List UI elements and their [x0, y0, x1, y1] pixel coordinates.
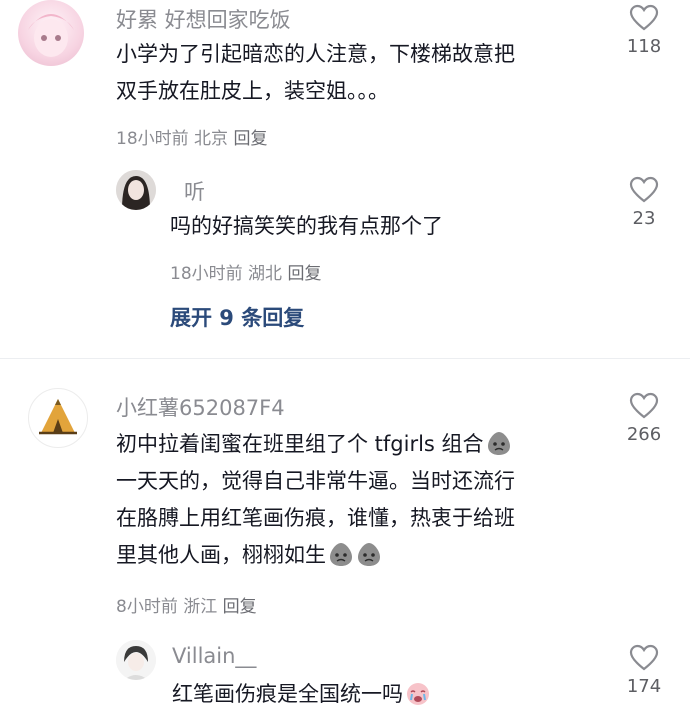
comment-line-text: 里其他人画，栩栩如生 — [116, 543, 326, 567]
avatar[interactable] — [116, 170, 156, 210]
comment-meta: 8小时前 浙江 回复 — [116, 592, 257, 617]
avatar-portrait-image — [116, 640, 156, 680]
comment-line: 吗的好搞笑笑的我有点那个了 — [170, 214, 443, 238]
comment-username[interactable]: Villain__ — [172, 644, 256, 668]
like-button[interactable]: 23 — [614, 176, 674, 229]
comment-meta: 18小时前 湖北 回复 — [170, 259, 321, 284]
heart-icon — [629, 392, 659, 419]
comment-location: 北京 — [194, 129, 229, 149]
reply-button[interactable]: 回复 — [233, 129, 267, 149]
like-count: 23 — [632, 208, 656, 229]
heart-icon — [629, 176, 659, 203]
comment-username[interactable]: 小红薯652087F4 — [116, 392, 285, 422]
comment-line-text: 初中拉着闺蜜在班里组了个 tfgirls 组合 — [116, 432, 484, 456]
comment-line: 红笔画伤痕是全国统一吗 — [172, 676, 431, 713]
comment-time: 18小时前 — [170, 264, 243, 284]
avatar[interactable] — [116, 640, 156, 680]
comment-line: 小学为了引起暗恋的人注意，下楼梯故意把 — [116, 42, 515, 66]
like-count: 174 — [626, 676, 662, 697]
comment-username[interactable]: 好累 好想回家吃饭 — [116, 4, 291, 34]
tent-icon — [39, 399, 77, 435]
reply-button[interactable]: 回复 — [287, 264, 321, 284]
comment-line: 双手放在肚皮上，装空姐。。。 — [116, 79, 389, 103]
comment-location: 湖北 — [248, 264, 283, 284]
avatar[interactable] — [28, 388, 88, 448]
comment-meta: 18小时前 北京 回复 — [116, 124, 267, 149]
like-button[interactable]: 266 — [614, 392, 674, 445]
like-count: 118 — [626, 36, 662, 57]
face-emoji-icon — [487, 432, 510, 455]
heart-icon — [629, 644, 659, 671]
heart-icon — [629, 4, 659, 31]
like-button[interactable]: 174 — [614, 644, 674, 697]
comment-text: 小学为了引起暗恋的人注意，下楼梯故意把 双手放在肚皮上，装空姐。。。 — [116, 36, 596, 110]
comment-location: 浙江 — [183, 597, 218, 617]
like-count: 266 — [626, 424, 662, 445]
comment-time: 8小时前 — [116, 597, 178, 617]
comment-line: 里其他人画，栩栩如生 — [116, 537, 616, 574]
comment-text: 吗的好搞笑笑的我有点那个了 — [170, 208, 443, 245]
avatar-anime-girl-image — [28, 14, 74, 57]
face-emoji-icon — [358, 543, 380, 566]
comment-line: 初中拉着闺蜜在班里组了个 tfgirls 组合 — [116, 426, 616, 463]
avatar-portrait-image — [116, 170, 156, 210]
crying-face-emoji-icon — [407, 683, 429, 705]
comment-line-text: 红笔画伤痕是全国统一吗 — [172, 682, 403, 706]
face-emoji-icon — [330, 543, 352, 566]
divider — [0, 358, 690, 359]
expand-replies-link[interactable]: 展开 9 条回复 — [170, 302, 304, 332]
comment-time: 18小时前 — [116, 129, 189, 149]
like-button[interactable]: 118 — [614, 4, 674, 57]
comment-username[interactable]: 听 — [184, 176, 205, 206]
comment-text: 初中拉着闺蜜在班里组了个 tfgirls 组合 一天天的，觉得自己非常牛逼。当时… — [116, 426, 616, 574]
avatar[interactable] — [18, 0, 84, 66]
comment-line: 在胳膊上用红笔画伤痕，谁懂，热衷于给班 — [116, 506, 515, 530]
comment-text: 红笔画伤痕是全国统一吗 — [172, 676, 431, 713]
comment-line: 一天天的，觉得自己非常牛逼。当时还流行 — [116, 469, 515, 493]
reply-button[interactable]: 回复 — [223, 597, 257, 617]
